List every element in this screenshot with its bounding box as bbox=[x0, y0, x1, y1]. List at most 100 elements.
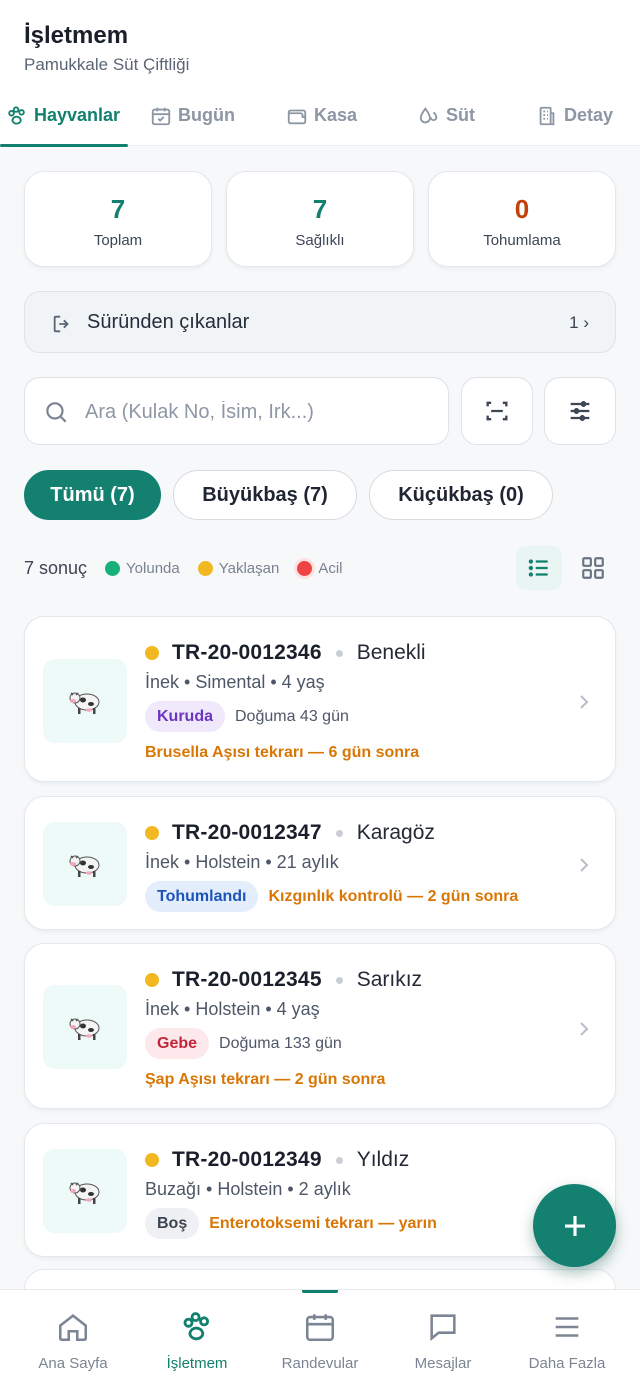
menu-icon bbox=[555, 1317, 579, 1337]
status-badge: Kuruda bbox=[145, 701, 225, 732]
animal-meta: İnek • Simental • 4 yaş bbox=[145, 672, 325, 692]
grid-icon bbox=[582, 557, 604, 579]
tab-kasa[interactable]: Kasa bbox=[286, 96, 357, 146]
legend-label: Acil bbox=[318, 559, 343, 577]
legend-ok: Yolunda bbox=[105, 560, 180, 577]
chip-cattle[interactable]: Büyükbaş (7) bbox=[173, 470, 357, 520]
cow-icon bbox=[69, 692, 100, 714]
animal-card[interactable]: TR-20-0012349 Yıldız Buzağı • Holstein •… bbox=[24, 1123, 616, 1257]
animal-avatar bbox=[43, 985, 127, 1069]
cow-icon bbox=[69, 1018, 100, 1040]
page-title: İşletmem bbox=[24, 22, 129, 49]
tab-label: Hayvanlar bbox=[34, 105, 121, 125]
birth-info: Doğuma 133 gün bbox=[219, 1034, 342, 1052]
nav-home[interactable]: Ana Sayfa bbox=[9, 1290, 137, 1386]
legend-upcoming: Yaklaşan bbox=[197, 559, 280, 577]
herd-exits-count: 1 › bbox=[569, 313, 589, 332]
tab-sut[interactable]: Süt bbox=[418, 96, 475, 146]
stat-value: 0 bbox=[514, 194, 530, 224]
sliders-icon bbox=[570, 401, 590, 421]
animal-card[interactable]: TR-20-0012345 Sarıkız İnek • Holstein • … bbox=[24, 943, 616, 1109]
ear-tag: TR-20-0012347 bbox=[172, 821, 322, 844]
top-tabs: Hayvanlar Bugün Kasa Süt Detay bbox=[0, 96, 640, 147]
animal-name: Benekli bbox=[356, 641, 426, 664]
nav-label: Daha Fazla bbox=[528, 1355, 606, 1372]
chat-icon bbox=[430, 1314, 456, 1341]
chip-all[interactable]: Tümü (7) bbox=[24, 470, 161, 520]
separator-dot bbox=[335, 829, 343, 837]
legend-label: Yolunda bbox=[126, 559, 180, 577]
legend-dot bbox=[297, 560, 313, 576]
active-tab-indicator bbox=[0, 144, 128, 147]
search-input[interactable] bbox=[85, 392, 435, 432]
nav-label: Mesajlar bbox=[414, 1355, 472, 1372]
filter-button[interactable] bbox=[544, 377, 616, 445]
tab-detay[interactable]: Detay bbox=[536, 96, 613, 146]
stat-total[interactable]: 7 Toplam bbox=[24, 171, 212, 267]
animal-id-row: TR-20-0012345 Sarıkız bbox=[145, 968, 422, 992]
animal-avatar bbox=[43, 822, 127, 906]
search-icon bbox=[46, 402, 67, 423]
legend-label: Yaklaşan bbox=[218, 559, 280, 577]
ear-tag: TR-20-0012346 bbox=[172, 641, 322, 664]
stat-insemination[interactable]: 0 Tohumlama bbox=[428, 171, 616, 267]
stat-label: Toplam bbox=[93, 232, 143, 249]
nav-label: İşletmem bbox=[166, 1355, 228, 1372]
tab-label: Süt bbox=[446, 105, 475, 125]
nav-more[interactable]: Daha Fazla bbox=[503, 1290, 631, 1386]
nav-label: Randevular bbox=[281, 1355, 359, 1372]
animal-card[interactable]: TR-20-0012346 Benekli İnek • Simental • … bbox=[24, 616, 616, 782]
status-badge: Gebe bbox=[145, 1028, 210, 1059]
animal-status-row: Kuruda Doğuma 43 gün bbox=[145, 701, 349, 732]
cow-icon bbox=[69, 855, 100, 877]
home-icon bbox=[58, 1314, 88, 1342]
status-badge: Boş bbox=[145, 1208, 200, 1239]
tab-hayvanlar[interactable]: Hayvanlar bbox=[6, 96, 120, 146]
herd-exits-row[interactable]: Süründen çıkanlar 1 › bbox=[24, 291, 616, 353]
tab-bugun[interactable]: Bugün bbox=[150, 96, 235, 146]
scan-button[interactable] bbox=[461, 377, 533, 445]
stat-value: 7 bbox=[312, 194, 328, 224]
tab-label: Detay bbox=[564, 105, 614, 125]
result-count: 7 sonuç bbox=[24, 557, 88, 578]
status-dot bbox=[145, 826, 159, 840]
animal-name: Yıldız bbox=[356, 1148, 410, 1171]
milk-drops-icon bbox=[419, 107, 438, 124]
chip-small-ruminants[interactable]: Küçükbaş (0) bbox=[369, 470, 553, 520]
animal-card[interactable]: TR-20-0012347 Karagöz İnek • Holstein • … bbox=[24, 796, 616, 930]
animal-id-row: TR-20-0012346 Benekli bbox=[145, 641, 426, 665]
stat-healthy[interactable]: 7 Sağlıklı bbox=[226, 171, 414, 267]
stat-label: Tohumlama bbox=[483, 232, 561, 249]
tab-label: Bugün bbox=[178, 105, 235, 125]
birth-info: Doğuma 43 gün bbox=[235, 707, 349, 725]
nav-isletmem[interactable]: İşletmem bbox=[133, 1290, 261, 1386]
search-box bbox=[24, 377, 449, 445]
stat-label: Sağlıklı bbox=[295, 232, 345, 249]
nav-messages[interactable]: Mesajlar bbox=[379, 1290, 507, 1386]
results-summary: 7 sonuç Yolunda Yaklaşan Acil bbox=[24, 556, 342, 580]
separator-dot bbox=[335, 1156, 343, 1164]
farm-name: Pamukkale Süt Çiftliği bbox=[24, 55, 190, 74]
animal-meta: İnek • Holstein • 4 yaş bbox=[145, 999, 320, 1019]
nav-appointments[interactable]: Randevular bbox=[256, 1290, 384, 1386]
animal-status-row: Gebe Doğuma 133 gün bbox=[145, 1028, 342, 1059]
add-animal-button[interactable] bbox=[533, 1184, 616, 1267]
chevron-right-icon bbox=[580, 858, 589, 872]
calendar-icon bbox=[305, 1314, 335, 1342]
status-dot bbox=[145, 646, 159, 660]
animal-id-row: TR-20-0012349 Yıldız bbox=[145, 1148, 409, 1172]
animal-id-row: TR-20-0012347 Karagöz bbox=[145, 821, 435, 845]
grid-view-button[interactable] bbox=[570, 546, 616, 590]
list-icon bbox=[528, 559, 548, 577]
list-view-button[interactable] bbox=[516, 546, 562, 590]
chevron-right-icon bbox=[580, 1022, 589, 1036]
exit-icon bbox=[53, 315, 69, 333]
separator-dot bbox=[335, 649, 343, 657]
cow-icon bbox=[69, 1182, 100, 1204]
bottom-navigation: Ana Sayfa İşletmem Randevular Mesajlar D… bbox=[0, 1289, 640, 1386]
animal-meta: Buzağı • Holstein • 2 aylık bbox=[145, 1179, 351, 1199]
legend-dot bbox=[197, 560, 213, 576]
animal-name: Karagöz bbox=[356, 821, 435, 844]
plus-icon bbox=[564, 1215, 585, 1236]
legend-dot bbox=[105, 560, 121, 576]
